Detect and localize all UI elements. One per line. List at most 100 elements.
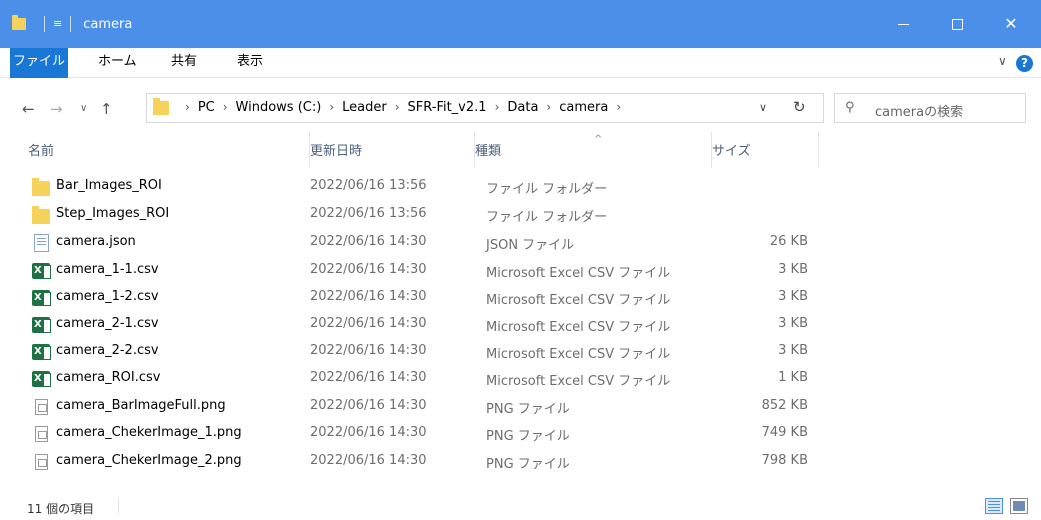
file-name[interactable]: Bar_Images_ROI bbox=[56, 178, 162, 193]
divider bbox=[118, 498, 119, 514]
recent-locations-icon[interactable]: ∨ bbox=[80, 103, 87, 114]
file-name[interactable]: camera_1-2.csv bbox=[56, 289, 159, 304]
forward-arrow-icon[interactable]: → bbox=[50, 100, 63, 118]
quick-access-toolbar: ≡ camera bbox=[12, 12, 132, 36]
file-name[interactable]: camera.json bbox=[56, 234, 136, 249]
refresh-icon[interactable]: ↻ bbox=[793, 98, 806, 116]
list-item[interactable]: X camera_ROI.csv 2022/06/16 14:30 Micros… bbox=[0, 366, 1041, 392]
file-name[interactable]: camera_BarImageFull.png bbox=[56, 398, 226, 413]
file-type: JSON ファイル bbox=[486, 238, 575, 253]
list-item[interactable]: camera_ChekerImage_2.png 2022/06/16 14:3… bbox=[0, 449, 1041, 475]
list-item[interactable]: Bar_Images_ROI 2022/06/16 13:56 ファイル フォル… bbox=[0, 174, 1041, 200]
file-type: PNG ファイル bbox=[486, 402, 570, 417]
folder-icon bbox=[153, 98, 169, 115]
file-size: 1 KB bbox=[778, 370, 808, 385]
tab-file[interactable]: ファイル bbox=[10, 48, 68, 78]
close-button[interactable]: ✕ bbox=[988, 0, 1034, 48]
breadcrumb-leader[interactable]: Leader bbox=[342, 100, 387, 115]
list-item[interactable]: X camera_2-2.csv 2022/06/16 14:30 Micros… bbox=[0, 339, 1041, 365]
details-view-icon[interactable] bbox=[985, 498, 1003, 514]
file-name[interactable]: camera_ROI.csv bbox=[56, 370, 160, 385]
divider bbox=[70, 16, 72, 32]
column-headers: 名前 更新日時 種類 サイズ bbox=[0, 132, 1041, 168]
breadcrumb-separator[interactable]: › bbox=[546, 100, 551, 115]
help-icon[interactable]: ? bbox=[1016, 55, 1033, 72]
file-name[interactable]: Step_Images_ROI bbox=[56, 206, 169, 221]
folder-icon[interactable] bbox=[12, 15, 26, 30]
excel-file-icon: X bbox=[32, 317, 51, 333]
tab-view[interactable]: 表示 bbox=[237, 48, 263, 78]
item-count: 11 個の項目 bbox=[27, 502, 95, 516]
list-item[interactable]: camera.json 2022/06/16 14:30 JSON ファイル 2… bbox=[0, 230, 1041, 256]
tab-share[interactable]: 共有 bbox=[171, 48, 197, 78]
json-file-icon bbox=[34, 234, 49, 252]
tab-home[interactable]: ホーム bbox=[98, 48, 137, 78]
up-arrow-icon[interactable]: ↑ bbox=[100, 100, 113, 118]
excel-file-icon: X bbox=[32, 344, 51, 360]
maximize-button[interactable] bbox=[934, 0, 980, 48]
file-name[interactable]: camera_2-1.csv bbox=[56, 316, 159, 331]
breadcrumb-sfr-fit[interactable]: SFR-Fit_v2.1 bbox=[408, 100, 487, 115]
customize-toolbar-icon[interactable]: ≡ bbox=[53, 18, 62, 30]
file-name[interactable]: camera_ChekerImage_1.png bbox=[56, 425, 242, 440]
sort-ascending-icon: ^ bbox=[594, 134, 603, 145]
minimize-icon bbox=[897, 23, 909, 25]
file-type: PNG ファイル bbox=[486, 429, 570, 444]
file-size: 3 KB bbox=[778, 316, 808, 331]
column-header-date[interactable]: 更新日時 bbox=[309, 132, 473, 168]
expand-ribbon-icon[interactable]: ∨ bbox=[998, 54, 1007, 68]
ribbon-tabs: ファイル ホーム 共有 表示 ∨ ? bbox=[0, 48, 1041, 78]
list-item[interactable]: camera_BarImageFull.png 2022/06/16 14:30… bbox=[0, 394, 1041, 420]
list-item[interactable]: X camera_1-2.csv 2022/06/16 14:30 Micros… bbox=[0, 285, 1041, 311]
search-input[interactable]: ⚲ cameraの検索 bbox=[834, 93, 1026, 123]
column-header-name[interactable]: 名前 bbox=[28, 132, 298, 168]
minimize-button[interactable] bbox=[880, 0, 926, 48]
column-header-date-label: 更新日時 bbox=[310, 144, 363, 159]
breadcrumb-separator[interactable]: › bbox=[223, 100, 228, 115]
file-size: 3 KB bbox=[778, 289, 808, 304]
address-dropdown-icon[interactable]: ∨ bbox=[759, 101, 767, 114]
file-date: 2022/06/16 14:30 bbox=[310, 453, 427, 468]
file-date: 2022/06/16 14:30 bbox=[310, 425, 427, 440]
maximize-icon bbox=[951, 18, 963, 30]
breadcrumb-camera[interactable]: camera bbox=[559, 100, 608, 115]
window-title: camera bbox=[83, 16, 133, 32]
close-icon: ✕ bbox=[1004, 14, 1018, 33]
list-item[interactable]: X camera_1-1.csv 2022/06/16 14:30 Micros… bbox=[0, 258, 1041, 284]
file-type: PNG ファイル bbox=[486, 457, 570, 472]
breadcrumb-data[interactable]: Data bbox=[507, 100, 538, 115]
breadcrumb-pc[interactable]: PC bbox=[198, 100, 215, 115]
file-type: Microsoft Excel CSV ファイル bbox=[486, 347, 671, 362]
breadcrumb-separator[interactable]: › bbox=[495, 100, 500, 115]
back-arrow-icon[interactable]: ← bbox=[22, 100, 35, 118]
file-size: 749 KB bbox=[761, 425, 808, 440]
large-icons-view-icon[interactable] bbox=[1010, 498, 1028, 514]
file-date: 2022/06/16 14:30 bbox=[310, 262, 427, 277]
list-item[interactable]: camera_ChekerImage_1.png 2022/06/16 14:3… bbox=[0, 421, 1041, 447]
file-type: ファイル フォルダー bbox=[486, 210, 608, 225]
excel-file-icon: X bbox=[32, 290, 51, 306]
breadcrumb-separator[interactable]: › bbox=[185, 100, 190, 115]
file-name[interactable]: camera_1-1.csv bbox=[56, 262, 159, 277]
folder-icon bbox=[32, 206, 50, 224]
file-size: 852 KB bbox=[761, 398, 808, 413]
breadcrumb-separator[interactable]: › bbox=[329, 100, 334, 115]
file-name[interactable]: camera_ChekerImage_2.png bbox=[56, 453, 242, 468]
file-size: 798 KB bbox=[761, 453, 808, 468]
breadcrumb-separator[interactable]: › bbox=[395, 100, 400, 115]
file-date: 2022/06/16 13:56 bbox=[310, 178, 427, 193]
column-header-type[interactable]: 種類 bbox=[474, 132, 710, 168]
column-header-size[interactable]: サイズ bbox=[711, 132, 819, 168]
png-file-icon bbox=[35, 426, 48, 442]
list-item[interactable]: X camera_2-1.csv 2022/06/16 14:30 Micros… bbox=[0, 312, 1041, 338]
search-icon: ⚲ bbox=[845, 100, 855, 115]
png-file-icon bbox=[35, 454, 48, 470]
folder-icon bbox=[32, 178, 50, 196]
address-bar[interactable]: › PC › Windows (C:) › Leader › SFR-Fit_v… bbox=[146, 93, 824, 123]
breadcrumb-drive[interactable]: Windows (C:) bbox=[236, 100, 322, 115]
list-item[interactable]: Step_Images_ROI 2022/06/16 13:56 ファイル フォ… bbox=[0, 202, 1041, 228]
file-name[interactable]: camera_2-2.csv bbox=[56, 343, 159, 358]
file-size: 3 KB bbox=[778, 343, 808, 358]
navigation-bar: ← → ∨ ↑ › PC › Windows (C:) › Leader › S… bbox=[0, 78, 1041, 132]
breadcrumb-separator[interactable]: › bbox=[616, 100, 621, 115]
